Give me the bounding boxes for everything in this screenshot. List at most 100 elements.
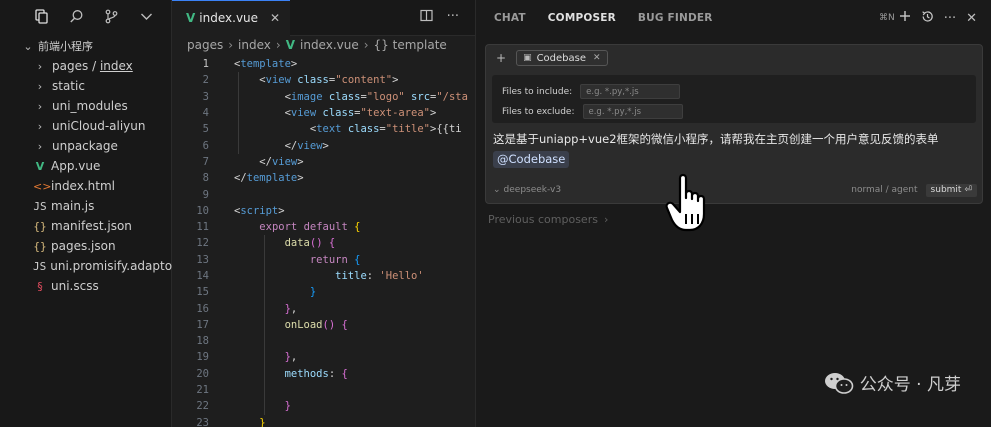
breadcrumb-item[interactable]: index.vue (300, 38, 359, 52)
explorer-sidebar: ⌄ 前端小程序 › pages / index › static › uni_m… (0, 0, 183, 427)
codebase-mention[interactable]: @Codebase (493, 151, 570, 168)
tree-file-index-html[interactable]: <> index.html (0, 176, 171, 196)
more-actions-icon[interactable]: ··· (447, 9, 459, 26)
tree-folder-unpackage[interactable]: › unpackage (0, 136, 171, 156)
tree-folder-pages[interactable]: › pages / index (0, 56, 171, 76)
composer-input-box[interactable]: + ▣ Codebase ✕ Files to include: e.g. *.… (485, 44, 983, 204)
tree-folder-static[interactable]: › static (0, 76, 171, 96)
chevron-right-icon: › (37, 99, 43, 113)
code-text: }, (284, 351, 298, 364)
line-number: 22 (196, 400, 209, 413)
search-icon[interactable] (69, 9, 84, 27)
include-label: Files to include: (502, 86, 573, 97)
json-icon: {} (33, 219, 47, 233)
breadcrumb-item[interactable]: pages (187, 38, 223, 52)
more-actions-icon[interactable]: ··· (944, 11, 956, 26)
line-number: 1 (202, 58, 209, 71)
tab-chat[interactable]: CHAT (494, 12, 526, 24)
line-number: 18 (196, 335, 209, 348)
line-number: 5 (202, 123, 209, 136)
code-line: 18 (172, 333, 475, 350)
submit-label: submit (930, 185, 962, 195)
code-line: 8 </template> (172, 170, 475, 186)
tree-folder-unicloud-aliyun[interactable]: › uniCloud-aliyun (0, 116, 171, 136)
js-icon: JS (33, 199, 47, 213)
html-icon: <> (33, 179, 52, 193)
code-line: 9 (172, 186, 475, 202)
watermark-text: 公众号 · 凡芽 (859, 375, 961, 395)
exclude-input[interactable]: e.g. *.py,*.js (582, 104, 683, 119)
chevron-right-icon: › (37, 139, 43, 153)
line-number: 4 (202, 107, 209, 120)
include-input[interactable]: e.g. *.py,*.js (580, 84, 681, 99)
line-number: 19 (196, 351, 209, 364)
chevron-down-icon: ⌄ (493, 185, 501, 195)
code-text: <script> (234, 204, 285, 217)
vue-icon: V (285, 38, 295, 52)
file-tree: ⌄ 前端小程序 › pages / index › static › uni_m… (0, 36, 183, 296)
tree-file-pages-json[interactable]: {} pages.json (0, 236, 171, 256)
code-line: 10 <script> (172, 203, 475, 219)
line-number: 11 (196, 221, 209, 234)
code-line: 16 }, (172, 300, 475, 317)
chevron-right-icon: › (37, 119, 43, 133)
prompt-text: 这是基于uniapp+vue2框架的微信小程序，请帮我在主页创建一个用户意见反馈… (493, 132, 939, 146)
code-text: <image class="logo" src="/sta (284, 90, 468, 103)
line-number: 2 (202, 74, 209, 87)
code-line: 14 title: 'Hello' (172, 267, 475, 285)
tree-folder-uni-modules[interactable]: › uni_modules (0, 96, 171, 116)
tree-root[interactable]: ⌄ 前端小程序 (0, 36, 171, 56)
line-number: 7 (202, 155, 209, 168)
history-icon[interactable] (921, 10, 934, 27)
code-text: title: 'Hello' (335, 270, 424, 282)
tree-file-uni-promisify[interactable]: JS uni.promisify.adapto... (0, 256, 183, 276)
code-text: onLoad() { (284, 318, 348, 331)
breadcrumb-item[interactable]: index (238, 38, 271, 52)
code-line: 7 </view> (172, 154, 475, 170)
tab-bug-finder[interactable]: BUG FINDER (638, 12, 713, 24)
tab-composer[interactable]: COMPOSER (548, 12, 616, 24)
close-icon[interactable]: ✕ (593, 53, 601, 63)
code-area[interactable]: 1 <template> 2 <view class="content"> 3 <… (172, 56, 475, 427)
model-name: deepseek-v3 (503, 185, 562, 195)
line-number: 12 (196, 237, 209, 250)
chevron-down-icon[interactable] (139, 9, 154, 27)
line-number: 21 (196, 384, 209, 397)
mode-toggle[interactable]: normal / agent (851, 185, 917, 195)
chevron-right-icon: › (37, 59, 43, 73)
code-text: }, (284, 302, 298, 315)
close-icon[interactable]: ✕ (966, 11, 977, 26)
split-editor-icon[interactable] (419, 9, 433, 26)
code-text: </view> (284, 139, 329, 152)
add-context-icon[interactable]: + (496, 51, 506, 65)
previous-composers-link[interactable]: Previous composers › (488, 213, 608, 226)
tab-index-vue[interactable]: V index.vue ✕ (172, 0, 291, 36)
composer-prompt[interactable]: 这是基于uniapp+vue2框架的微信小程序，请帮我在主页创建一个用户意见反馈… (493, 130, 977, 169)
plus-icon[interactable] (899, 10, 911, 26)
breadcrumb-item[interactable]: {} template (374, 38, 447, 52)
tree-file-uni-scss[interactable]: § uni.scss (0, 276, 171, 296)
submit-button[interactable]: submit ⏎ (925, 183, 977, 197)
code-text: </view> (259, 155, 304, 168)
file-label: main.js (51, 199, 95, 213)
enter-key-icon: ⏎ (964, 185, 972, 195)
chevron-right-icon: › (37, 79, 43, 93)
folder-label: static (52, 79, 85, 93)
tree-file-manifest-json[interactable]: {} manifest.json (0, 216, 171, 236)
chevron-right-icon: › (275, 38, 281, 52)
tree-file-app-vue[interactable]: V App.vue (0, 156, 171, 176)
breadcrumb: pages › index › V index.vue › {} templat… (172, 36, 475, 54)
close-icon[interactable]: ✕ (270, 11, 280, 25)
files-icon[interactable] (34, 9, 49, 27)
source-control-icon[interactable] (104, 9, 119, 27)
editor-tabbar: V index.vue ✕ ··· (172, 0, 475, 36)
chevron-right-icon: › (363, 38, 369, 52)
context-pill-codebase[interactable]: ▣ Codebase ✕ (516, 50, 608, 66)
json-icon: {} (33, 239, 47, 253)
tree-file-main-js[interactable]: JS main.js (0, 196, 171, 216)
code-editor: V index.vue ✕ ··· pages › index › V inde… (172, 0, 475, 427)
model-selector[interactable]: ⌄ deepseek-v3 (493, 185, 561, 195)
vue-icon: V (186, 11, 196, 25)
folder-label: uni_modules (52, 99, 128, 113)
line-number: 20 (196, 367, 209, 380)
